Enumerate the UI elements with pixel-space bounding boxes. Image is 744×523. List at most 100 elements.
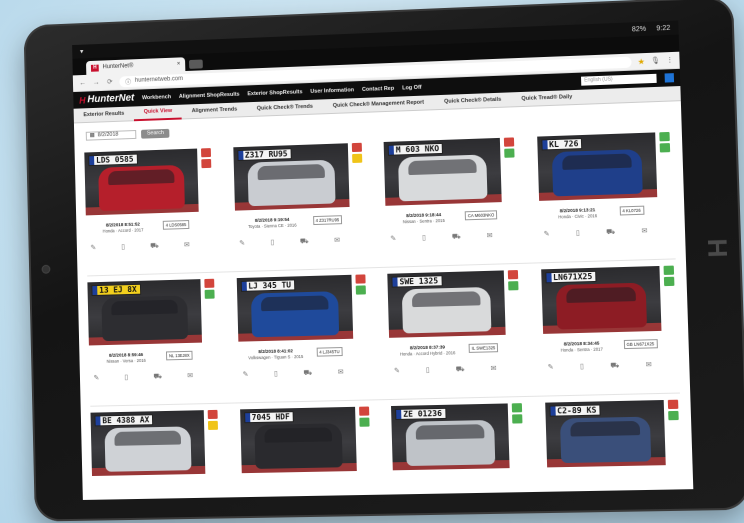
- vehicle-photo[interactable]: C2-89 KS: [545, 400, 666, 467]
- car-icon[interactable]: ⛟: [153, 372, 162, 381]
- tab-quick-check-details[interactable]: Quick Check® Details: [434, 92, 512, 110]
- bookmark-star-icon[interactable]: ★: [637, 57, 645, 66]
- email-icon[interactable]: ✉: [334, 236, 340, 245]
- status-badge[interactable]: [352, 154, 362, 163]
- email-icon[interactable]: ✉: [187, 372, 193, 381]
- vehicle-card[interactable]: Z317 RU95 8/2/2018 9:19:54 Toyota · Sienna…: [233, 143, 367, 271]
- vehicle-photo[interactable]: SWE 1325: [387, 270, 505, 337]
- status-badge[interactable]: [208, 410, 218, 419]
- hunternet-logo[interactable]: H HunterNet: [79, 93, 134, 106]
- status-badge[interactable]: [355, 285, 365, 294]
- status-badge[interactable]: [508, 270, 518, 279]
- car-icon[interactable]: ⛟: [150, 242, 159, 251]
- car-icon[interactable]: ⛟: [303, 369, 312, 378]
- tab-quick-check-management-report[interactable]: Quick Check® Management Report: [323, 95, 435, 114]
- forward-button[interactable]: →: [92, 79, 100, 86]
- pencil-icon[interactable]: ✎: [93, 374, 99, 383]
- vehicle-photo[interactable]: LJ 345 TU: [236, 275, 352, 342]
- pencil-icon[interactable]: ✎: [394, 367, 400, 376]
- car-icon[interactable]: ⛟: [606, 228, 615, 237]
- car-icon[interactable]: ⛟: [300, 237, 309, 246]
- vehicle-card[interactable]: SWE 1325 8/2/2018 8:37:39 Honda · Accord H…: [387, 270, 524, 399]
- status-badge[interactable]: [504, 137, 514, 146]
- email-icon[interactable]: ✉: [338, 368, 344, 377]
- vehicle-card[interactable]: LDS 0585 8/2/2018 8:51:52 Honda · Accord ·…: [84, 148, 216, 275]
- status-badge[interactable]: [668, 411, 679, 420]
- vehicle-photo[interactable]: 7045 HDF: [240, 407, 357, 473]
- tab-exterior-results[interactable]: Exterior Results: [74, 106, 135, 123]
- vehicle-card[interactable]: BE 4388 AX: [90, 410, 221, 476]
- plate-code[interactable]: IL SWE1325: [469, 343, 499, 353]
- status-badge[interactable]: [359, 407, 369, 416]
- vehicle-photo[interactable]: Z317 RU95: [233, 143, 349, 210]
- email-icon[interactable]: ✉: [646, 361, 652, 370]
- status-badge[interactable]: [201, 159, 211, 168]
- pencil-icon[interactable]: ✎: [243, 370, 249, 379]
- tab-quick-check-trends[interactable]: Quick Check® Trends: [247, 99, 323, 117]
- car-icon[interactable]: ⛟: [452, 233, 461, 242]
- nav-user-information[interactable]: User Information: [310, 87, 354, 95]
- status-badge[interactable]: [508, 281, 518, 290]
- document-icon[interactable]: ▯: [270, 238, 274, 247]
- pencil-icon[interactable]: ✎: [544, 230, 550, 239]
- vehicle-card[interactable]: LN671X25 8/2/2018 8:34:45 Honda · Sentra ·…: [541, 266, 680, 396]
- pencil-icon[interactable]: ✎: [390, 234, 396, 243]
- email-icon[interactable]: ✉: [490, 364, 496, 373]
- car-icon[interactable]: ⛟: [456, 365, 465, 374]
- vehicle-photo[interactable]: ZE 01236: [391, 403, 510, 470]
- document-icon[interactable]: ▯: [580, 362, 584, 371]
- back-button[interactable]: ←: [79, 79, 87, 86]
- menu-icon[interactable]: ⋮: [666, 56, 673, 64]
- vehicle-photo[interactable]: LN671X25: [541, 266, 661, 334]
- status-badge[interactable]: [504, 148, 514, 157]
- search-button[interactable]: Search: [141, 128, 170, 138]
- vehicle-photo[interactable]: BE 4388 AX: [90, 410, 205, 476]
- plate-code[interactable]: 4 LDS0585: [163, 220, 190, 230]
- plate-code[interactable]: 4 KL0726: [619, 206, 644, 216]
- vehicle-card[interactable]: 7045 HDF: [240, 406, 373, 473]
- email-icon[interactable]: ✉: [487, 232, 493, 241]
- car-icon[interactable]: ⛟: [610, 361, 619, 370]
- nav-contact-rep[interactable]: Contact Rep: [362, 85, 394, 92]
- vehicle-card[interactable]: 13 EJ 8X 8/2/2018 8:59:46 Nissan · Versa ·…: [87, 279, 219, 406]
- email-icon[interactable]: ✉: [641, 227, 647, 236]
- document-icon[interactable]: ▯: [426, 366, 430, 375]
- email-icon[interactable]: ✉: [184, 241, 190, 250]
- status-badge[interactable]: [659, 143, 670, 152]
- status-badge[interactable]: [208, 421, 218, 430]
- nav-alignment-results[interactable]: Alignment ShopResults: [179, 91, 240, 99]
- vehicle-card[interactable]: ZE 01236: [391, 403, 526, 470]
- close-tab-icon[interactable]: ×: [177, 61, 181, 67]
- reload-button[interactable]: ⟳: [106, 78, 114, 86]
- vehicle-photo[interactable]: KL 726: [537, 132, 657, 200]
- plate-code[interactable]: CA M603NKO: [465, 210, 498, 220]
- new-tab-button[interactable]: [189, 59, 203, 68]
- nav-log-off[interactable]: Log Off: [402, 84, 422, 91]
- vehicle-card[interactable]: LJ 345 TU 8/2/2018 8:41:02 Volkswagen · Ti…: [236, 274, 371, 402]
- language-select-button[interactable]: [665, 73, 675, 82]
- status-badge[interactable]: [663, 277, 674, 286]
- document-icon[interactable]: ▯: [121, 243, 125, 252]
- plate-code[interactable]: 4 Z317RU95: [313, 215, 343, 225]
- status-badge[interactable]: [359, 418, 369, 427]
- pencil-icon[interactable]: ✎: [239, 239, 245, 248]
- status-badge[interactable]: [204, 279, 214, 288]
- plate-code[interactable]: NL 13EJ8X: [166, 351, 193, 361]
- document-icon[interactable]: ▯: [274, 370, 278, 379]
- document-icon[interactable]: ▯: [124, 373, 128, 382]
- status-badge[interactable]: [512, 403, 522, 412]
- language-select[interactable]: English (US): [581, 74, 657, 86]
- pencil-icon[interactable]: ✎: [548, 363, 554, 372]
- plate-code[interactable]: 4 LJ345TU: [316, 347, 343, 357]
- status-badge[interactable]: [355, 274, 365, 283]
- status-badge[interactable]: [512, 414, 522, 423]
- status-badge[interactable]: [351, 143, 361, 152]
- mic-icon[interactable]: 🎙: [651, 57, 660, 65]
- date-picker[interactable]: ▦ 8/2/2018: [86, 130, 137, 141]
- status-badge[interactable]: [667, 400, 678, 409]
- tab-alignment-trends[interactable]: Alignment Trends: [182, 102, 247, 119]
- vehicle-card[interactable]: M 603 NKO 8/2/2018 9:18:44 Nissan · Sentra…: [384, 137, 521, 266]
- document-icon[interactable]: ▯: [422, 234, 426, 243]
- vehicle-photo[interactable]: 13 EJ 8X: [87, 279, 202, 345]
- vehicle-card[interactable]: C2-89 KS: [545, 400, 683, 468]
